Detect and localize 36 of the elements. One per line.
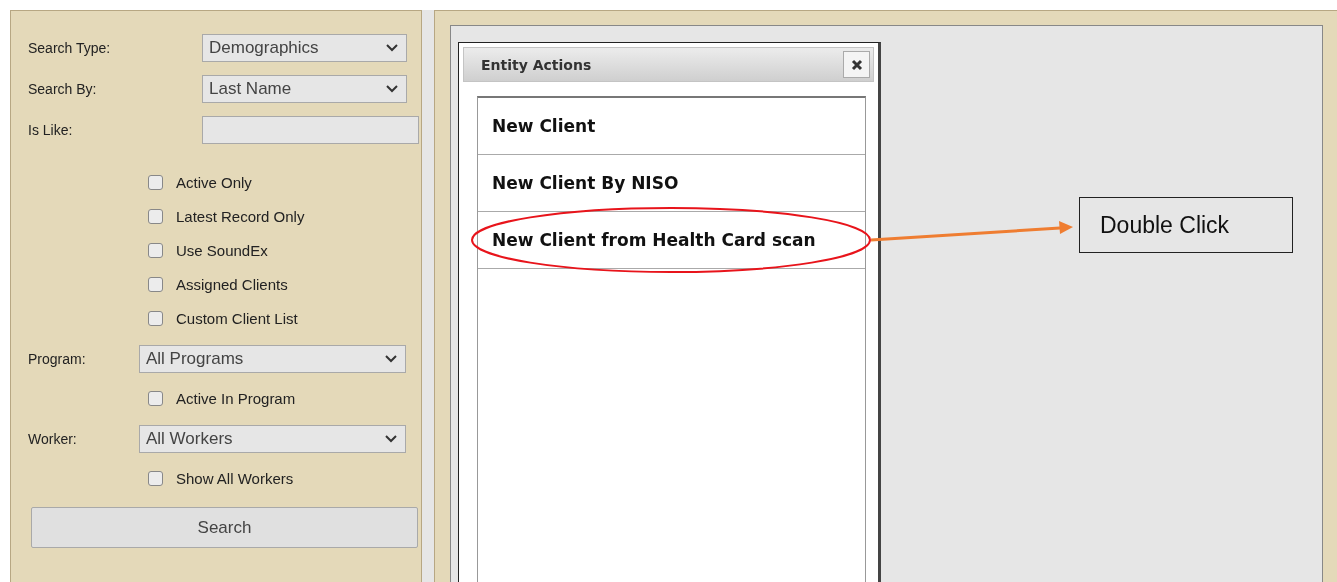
field-label: Program:: [28, 351, 87, 367]
dialog-title: Entity Actions: [481, 56, 592, 73]
close-button[interactable]: [843, 51, 870, 78]
checkbox-label: Assigned Clients: [176, 275, 288, 293]
checkbox-label: Latest Record Only: [176, 207, 305, 225]
chevron-down-icon: [385, 355, 397, 363]
checkbox[interactable]: [148, 242, 163, 258]
chevron-down-icon: [386, 85, 398, 93]
checkbox[interactable]: [148, 310, 163, 326]
field-label: Worker:: [28, 431, 78, 447]
checkbox[interactable]: [148, 174, 163, 190]
field-label: Is Like:: [28, 122, 74, 138]
checkbox-label: Active Only: [176, 173, 252, 191]
checkbox-label: Use SoundEx: [176, 241, 268, 259]
checkbox[interactable]: [148, 390, 163, 406]
action-item[interactable]: New Client from Health Card scan: [478, 212, 865, 269]
field-label: Search By:: [28, 81, 98, 97]
search-button[interactable]: Search: [31, 507, 418, 548]
dropdown[interactable]: Demographics: [202, 34, 407, 62]
action-item[interactable]: New Client By NISO: [478, 155, 865, 212]
action-item[interactable]: New Client: [478, 98, 865, 155]
chevron-down-icon: [385, 435, 397, 443]
callout-label: Double Click: [1079, 197, 1293, 253]
checkbox-label: Custom Client List: [176, 309, 298, 327]
dropdown[interactable]: All Programs: [139, 345, 406, 373]
checkbox[interactable]: [148, 470, 163, 486]
text-field[interactable]: [202, 116, 419, 144]
dropdown[interactable]: All Workers: [139, 425, 406, 453]
checkbox-label: Show All Workers: [176, 469, 294, 487]
checkbox-label: Active In Program: [176, 389, 296, 407]
close-icon: [850, 58, 863, 71]
chevron-down-icon: [386, 44, 398, 52]
dropdown[interactable]: Last Name: [202, 75, 407, 103]
checkbox[interactable]: [148, 276, 163, 292]
checkbox[interactable]: [148, 208, 163, 224]
field-label: Search Type:: [28, 40, 112, 56]
